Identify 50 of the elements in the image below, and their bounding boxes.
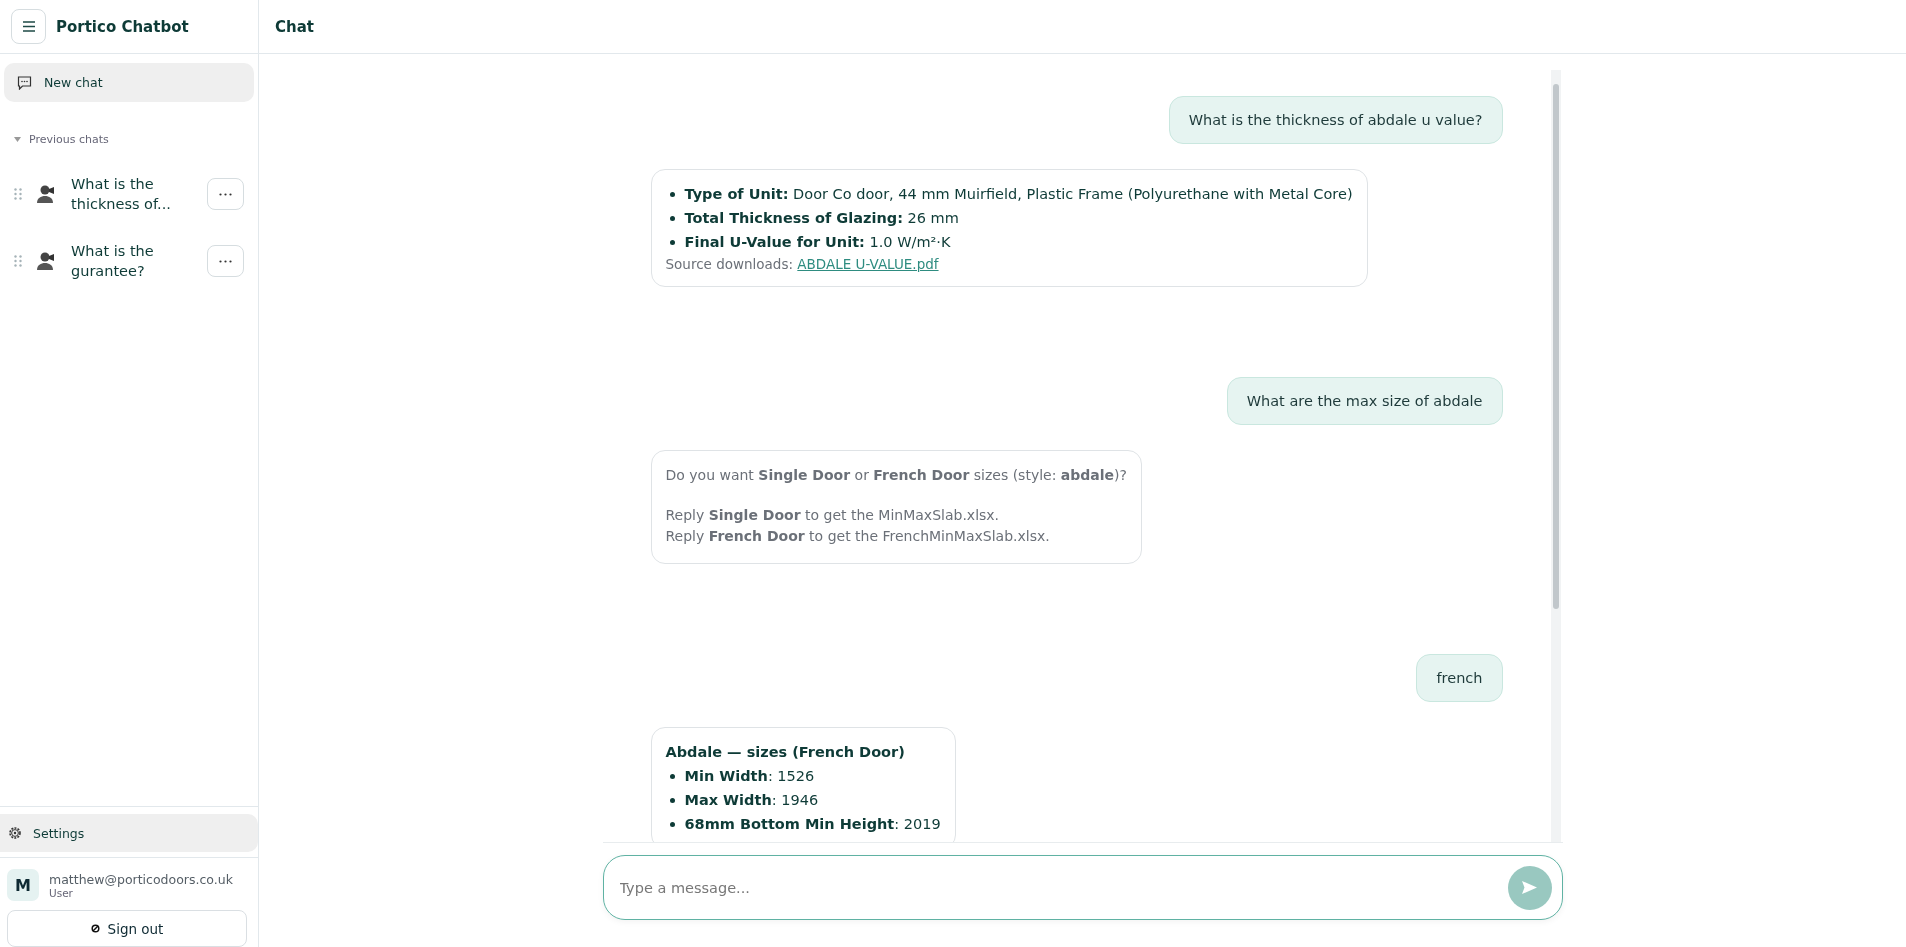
more-icon xyxy=(219,259,232,263)
bullet-icon xyxy=(669,774,675,779)
bullet-icon xyxy=(669,192,675,197)
user-message: french xyxy=(1416,654,1503,702)
new-chat-button[interactable]: New chat xyxy=(4,63,254,102)
source-link[interactable]: ABDALE U-VALUE.pdf xyxy=(797,256,939,272)
message-composer[interactable]: Type a message... xyxy=(602,855,1563,920)
sign-out-button[interactable]: Sign out xyxy=(7,910,247,947)
bullet-text: Min Width: 1526 xyxy=(684,767,815,786)
chat-bubble-icon xyxy=(17,75,32,90)
bullet-text: 68mm Bottom Min Height: 2019 xyxy=(684,815,941,834)
drag-handle-icon[interactable] xyxy=(14,188,22,200)
bullet-icon xyxy=(669,798,675,803)
user-message: What are the max size of abdale xyxy=(1226,377,1503,425)
settings-button[interactable]: Settings xyxy=(0,814,258,852)
menu-button[interactable] xyxy=(11,9,46,44)
more-button[interactable] xyxy=(207,178,244,210)
send-icon xyxy=(1522,881,1537,894)
settings-icon xyxy=(8,826,22,840)
blocked-icon xyxy=(90,924,100,933)
user-avatar: M xyxy=(7,869,39,901)
person-icon xyxy=(36,184,56,204)
bullet-text: Final U-Value for Unit: 1.0 W/m²·K xyxy=(684,233,951,252)
page-title: Chat xyxy=(275,17,314,36)
scrollbar-thumb[interactable] xyxy=(1552,84,1559,609)
caret-icon xyxy=(14,137,21,142)
user-message: What is the thickness of abdale u value? xyxy=(1168,96,1503,144)
answer-text: Do you want Single Door or French Door sizes (style: abdale)? xyxy=(665,466,1127,485)
source-line: Source downloads: ABDALE U-VALUE.pdf xyxy=(665,255,940,274)
drag-handle-icon[interactable] xyxy=(14,255,22,267)
chat-title[interactable]: What is the gurantee? xyxy=(71,241,191,281)
answer-text: Reply French Door to get the FrenchMinMaxSlab.xlsx. xyxy=(665,527,1051,546)
message-input[interactable]: Type a message... xyxy=(617,878,1508,897)
more-icon xyxy=(219,192,232,196)
app-title: Portico Chatbot xyxy=(56,17,189,36)
person-icon xyxy=(36,251,56,271)
bullet-icon xyxy=(669,240,675,245)
user-role: User xyxy=(49,886,73,899)
answer-text: Reply Single Door to get the MinMaxSlab.xlsx. xyxy=(665,506,1001,525)
bullet-text: Total Thickness of Glazing: 26 mm xyxy=(684,209,959,228)
user-email: matthew@porticodoors.co.uk xyxy=(49,871,233,887)
bullet-text: Type of Unit: Door Co door, 44 mm Muirfield, Plastic Frame (Polyurethane with Metal Core) xyxy=(684,185,1353,204)
bullet-icon xyxy=(669,216,675,221)
previous-chats-toggle[interactable]: Previous chats xyxy=(14,133,258,146)
more-button[interactable] xyxy=(207,245,244,277)
menu-icon xyxy=(22,21,35,32)
bullet-text: Max Width: 1946 xyxy=(684,791,819,810)
answer-heading: Abdale — sizes (French Door) xyxy=(665,743,906,762)
bullet-icon xyxy=(669,822,675,827)
chat-title[interactable]: What is the thickness of... xyxy=(71,174,191,214)
